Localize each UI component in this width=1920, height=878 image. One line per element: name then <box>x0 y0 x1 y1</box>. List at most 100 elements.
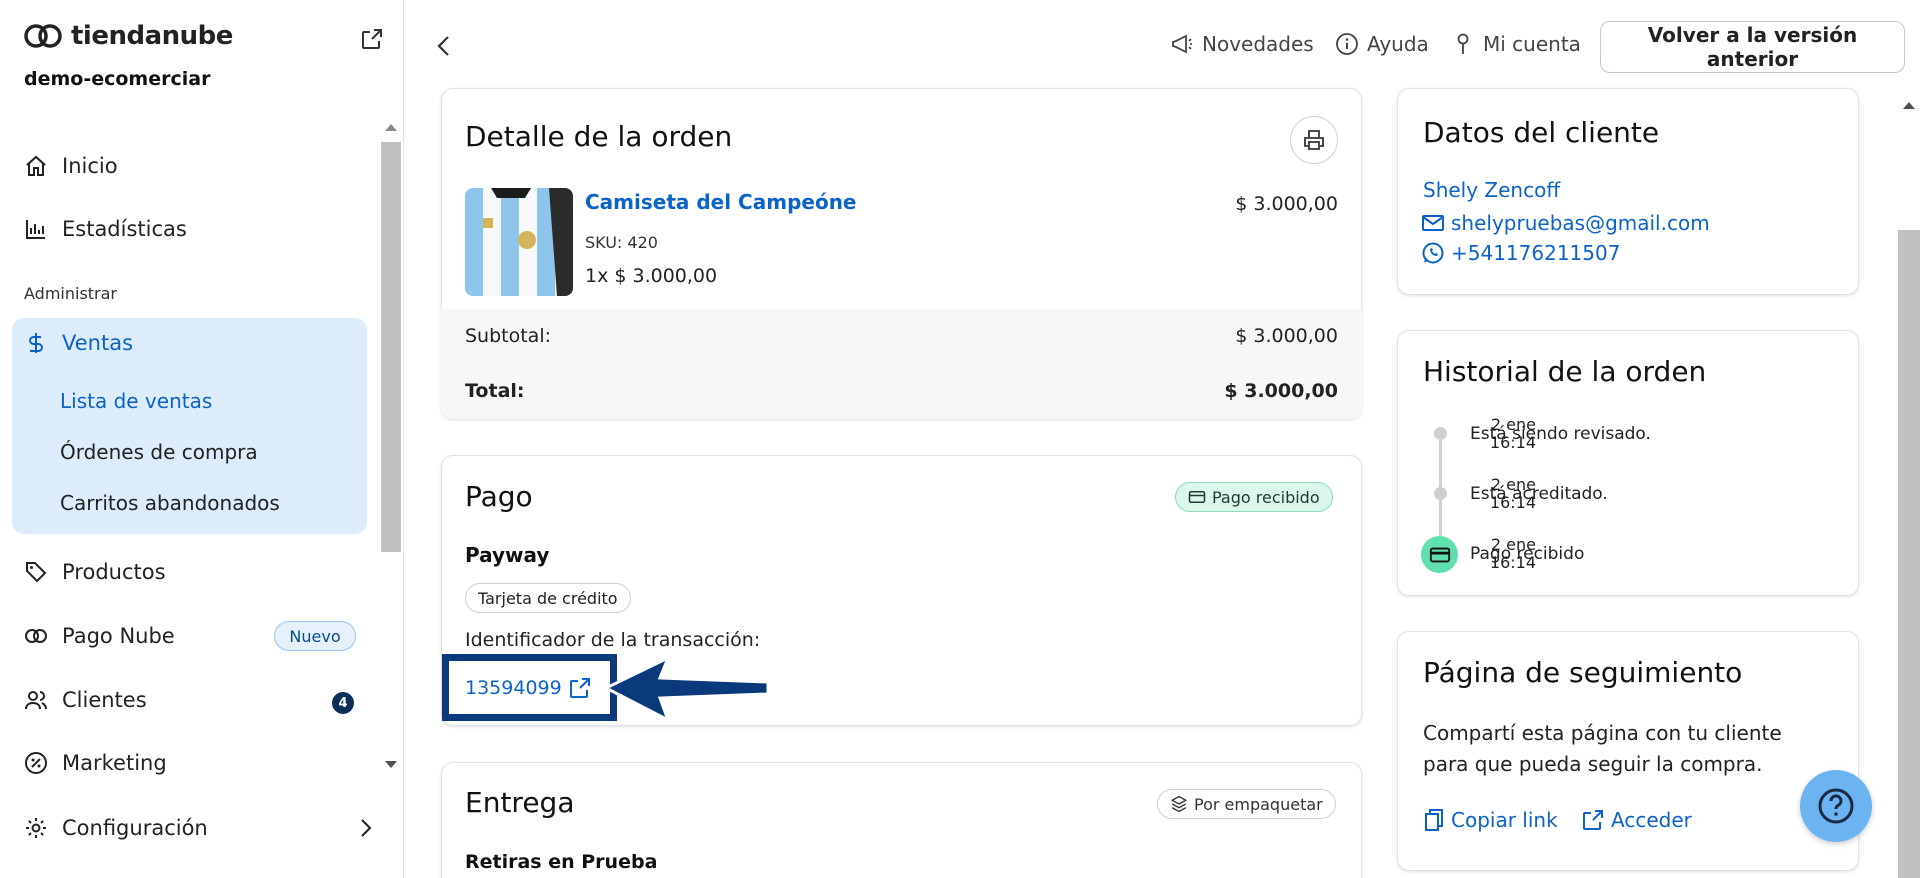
access-link[interactable]: Acceder <box>1581 808 1692 832</box>
help-button[interactable] <box>1800 770 1872 842</box>
scroll-up-icon[interactable] <box>1903 102 1915 109</box>
gear-icon <box>26 818 46 838</box>
store-name: demo-ecomerciar <box>24 68 211 90</box>
payment-type-tag: Tarjeta de crédito <box>465 583 631 613</box>
history-event-date: 2 ene 16:14 <box>1490 416 1536 452</box>
credit-card-icon <box>1188 491 1206 503</box>
brand-name: tiendanube <box>71 21 233 51</box>
bar-chart-icon <box>26 220 45 239</box>
clientes-count-badge: 4 <box>332 692 354 714</box>
nav-inicio[interactable]: Inicio <box>24 154 118 178</box>
annotation-arrow-icon <box>602 654 770 724</box>
payment-method: Payway <box>465 543 550 567</box>
nav-carritos-abandonados[interactable]: Carritos abandonados <box>60 491 280 515</box>
nav-label: Marketing <box>62 751 167 775</box>
scroll-up-icon[interactable] <box>385 124 397 131</box>
payment-status-badge: Pago recibido <box>1175 482 1333 512</box>
external-link-icon[interactable] <box>568 676 592 700</box>
client-phone: +541176211507 <box>1451 241 1621 265</box>
delivery-title: Entrega <box>465 786 575 819</box>
client-title: Datos del cliente <box>1423 116 1660 149</box>
copy-link-label: Copiar link <box>1451 808 1558 832</box>
history-date: 2 ene <box>1490 535 1536 554</box>
nav-label: Clientes <box>62 688 147 712</box>
history-event-date: 2 ene 16:14 <box>1490 536 1536 572</box>
history-time: 16:14 <box>1489 493 1536 512</box>
history-date: 2 ene <box>1490 415 1536 434</box>
novedades-link[interactable]: Novedades <box>1170 32 1314 56</box>
sidebar-scrollbar-thumb[interactable] <box>381 142 401 552</box>
payment-title: Pago <box>465 480 533 513</box>
history-dot <box>1434 487 1447 500</box>
box-icon <box>1170 795 1188 813</box>
mi-cuenta-link[interactable]: Mi cuenta <box>1451 32 1581 56</box>
product-thumbnail[interactable] <box>465 188 573 296</box>
transaction-id-highlight[interactable]: 13594099 <box>442 654 617 721</box>
product-qty-price: 1x $ 3.000,00 <box>585 265 718 287</box>
main-scrollbar-thumb[interactable] <box>1898 230 1920 878</box>
external-link-icon[interactable] <box>360 27 384 51</box>
delivery-location: Retiras en Prueba <box>465 851 658 873</box>
nav-estadisticas[interactable]: Estadísticas <box>24 217 187 241</box>
history-time: 16:14 <box>1489 553 1536 572</box>
order-totals-section <box>441 309 1362 419</box>
total-value: $ 3.000,00 <box>1224 380 1338 402</box>
novedades-label: Novedades <box>1202 32 1314 56</box>
printer-icon <box>1304 130 1324 150</box>
subtotal-label: Subtotal: <box>465 325 552 347</box>
nav-marketing[interactable]: Marketing <box>24 751 167 775</box>
product-name-link[interactable]: Camiseta del Campeóne <box>585 190 857 214</box>
delivery-status-label: Por empaquetar <box>1194 794 1323 814</box>
ayuda-link[interactable]: Ayuda <box>1335 32 1429 56</box>
home-icon <box>26 155 46 176</box>
tag-icon <box>26 562 47 583</box>
nav-ventas[interactable]: Ventas <box>24 331 133 355</box>
payment-status-label: Pago recibido <box>1212 487 1320 507</box>
nav-label: Productos <box>62 560 166 584</box>
client-email: shelypruebas@gmail.com <box>1451 211 1710 235</box>
new-badge: Nuevo <box>274 621 356 651</box>
nav-ordenes-de-compra[interactable]: Órdenes de compra <box>60 440 258 464</box>
client-phone-link[interactable]: +541176211507 <box>1421 241 1620 265</box>
transaction-id-link[interactable]: 13594099 <box>465 677 562 699</box>
delivery-status-badge: Por empaquetar <box>1157 789 1336 819</box>
tracking-title: Página de seguimiento <box>1423 656 1743 689</box>
scroll-down-icon[interactable] <box>385 761 397 768</box>
users-icon <box>25 691 47 710</box>
client-name-link[interactable]: Shely Zencoff <box>1423 178 1560 202</box>
info-icon <box>1336 33 1358 55</box>
product-sku: SKU: 420 <box>585 233 658 252</box>
nav-productos[interactable]: Productos <box>24 560 166 584</box>
back-arrow-icon[interactable] <box>432 34 456 58</box>
history-event-date: 2 ene 16:14 <box>1490 476 1536 512</box>
nav-label: Pago Nube <box>62 624 175 648</box>
user-icon <box>1457 33 1469 54</box>
history-title: Historial de la orden <box>1423 355 1707 388</box>
question-icon <box>1818 788 1854 824</box>
previous-version-button[interactable]: Volver a la versión anterior <box>1600 21 1905 73</box>
megaphone-icon <box>1172 34 1192 54</box>
nav-lista-de-ventas[interactable]: Lista de ventas <box>60 389 212 413</box>
client-email-link[interactable]: shelypruebas@gmail.com <box>1421 211 1710 235</box>
external-link-icon <box>1583 810 1603 830</box>
sidebar: tiendanube demo-ecomerciar Inicio Estadí… <box>0 0 404 878</box>
access-label: Acceder <box>1611 808 1692 832</box>
history-card-dot <box>1421 536 1458 573</box>
nav-configuracion[interactable]: Configuración <box>24 816 208 840</box>
transaction-id-label: Identificador de la transacción: <box>465 629 761 651</box>
subtotal-value: $ 3.000,00 <box>1235 325 1338 347</box>
tracking-description: Compartí esta página con tu cliente para… <box>1423 721 1782 776</box>
chevron-right-icon[interactable] <box>356 818 376 838</box>
copy-link-button[interactable]: Copiar link <box>1423 808 1558 832</box>
percent-icon <box>25 752 47 774</box>
product-price: $ 3.000,00 <box>1235 193 1338 215</box>
print-button[interactable] <box>1290 116 1338 164</box>
brand-logo[interactable]: tiendanube <box>23 21 233 51</box>
jersey-image <box>465 188 573 296</box>
nav-label: Inicio <box>62 154 118 178</box>
nav-pago-nube[interactable]: Pago Nube <box>24 624 175 648</box>
dollar-icon <box>29 333 43 353</box>
copy-icon <box>1425 809 1443 831</box>
nav-clientes[interactable]: Clientes <box>24 688 147 712</box>
cloud-logo-icon <box>24 24 62 48</box>
